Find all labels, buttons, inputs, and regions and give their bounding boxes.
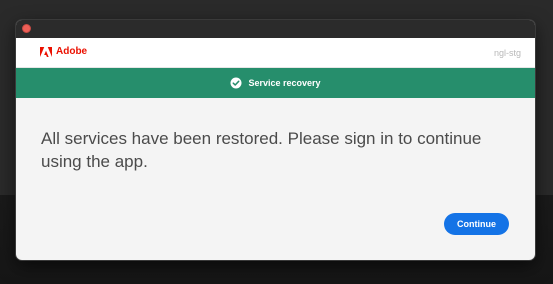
status-message: All services have been restored. Please … [41, 129, 482, 171]
dialog-content: All services have been restored. Please … [16, 98, 535, 260]
adobe-logo-icon [40, 46, 52, 57]
window-close-button[interactable] [22, 24, 31, 33]
check-circle-icon [230, 77, 242, 89]
environment-label: ngl-stg [493, 48, 521, 58]
brand-name: Adobe [56, 46, 88, 57]
app-header: Adobe ngl-stg [16, 38, 535, 68]
window-titlebar [16, 20, 535, 38]
continue-button[interactable]: Continue [444, 213, 509, 235]
banner-title: Service recovery [248, 78, 321, 88]
service-recovery-window: Adobe ngl-stg Service recovery All servi… [16, 20, 535, 260]
brand: Adobe [40, 46, 87, 58]
status-banner: Service recovery [16, 68, 535, 98]
